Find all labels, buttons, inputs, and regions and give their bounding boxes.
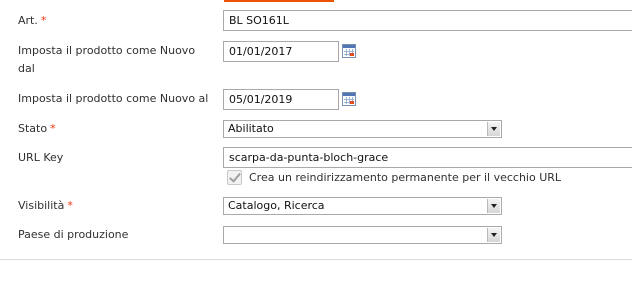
- visibility-label: Visibilità *: [18, 199, 73, 212]
- country-label: Paese di produzione: [18, 228, 129, 241]
- chevron-down-icon[interactable]: [487, 228, 500, 242]
- country-select[interactable]: [223, 226, 502, 244]
- visibility-select-value: Catalogo, Ricerca: [228, 199, 325, 212]
- redirect-checkbox-label: Crea un reindirizzamento permanente per …: [249, 171, 562, 184]
- new-from-date-input[interactable]: 01/01/2017: [223, 41, 339, 62]
- calendar-icon[interactable]: [342, 44, 356, 58]
- required-marker: *: [50, 122, 56, 135]
- new-to-date-input[interactable]: 05/01/2019: [223, 89, 339, 110]
- required-marker: *: [40, 14, 47, 27]
- visibility-select[interactable]: Catalogo, Ricerca: [223, 197, 502, 215]
- section-divider: [0, 259, 632, 260]
- required-marker: *: [67, 199, 73, 212]
- new-to-label: Imposta il prodotto come Nuovo al: [18, 92, 209, 105]
- status-label: Stato *: [18, 122, 56, 135]
- status-select-value: Abilitato: [228, 122, 274, 135]
- url-key-input[interactable]: scarpa-da-punta-bloch-grace: [223, 147, 632, 168]
- sku-label: Art. *: [18, 14, 47, 27]
- new-from-label: Imposta il prodotto come Nuovo dal: [18, 44, 196, 75]
- redirect-checkbox[interactable]: [227, 170, 242, 185]
- status-select[interactable]: Abilitato: [223, 120, 502, 138]
- calendar-icon[interactable]: [342, 92, 356, 106]
- chevron-down-icon[interactable]: [487, 122, 500, 136]
- url-key-label: URL Key: [18, 151, 64, 164]
- sku-input[interactable]: BL SO161L: [223, 10, 632, 31]
- chevron-down-icon[interactable]: [487, 199, 500, 213]
- top-accent-bar: [224, 0, 334, 2]
